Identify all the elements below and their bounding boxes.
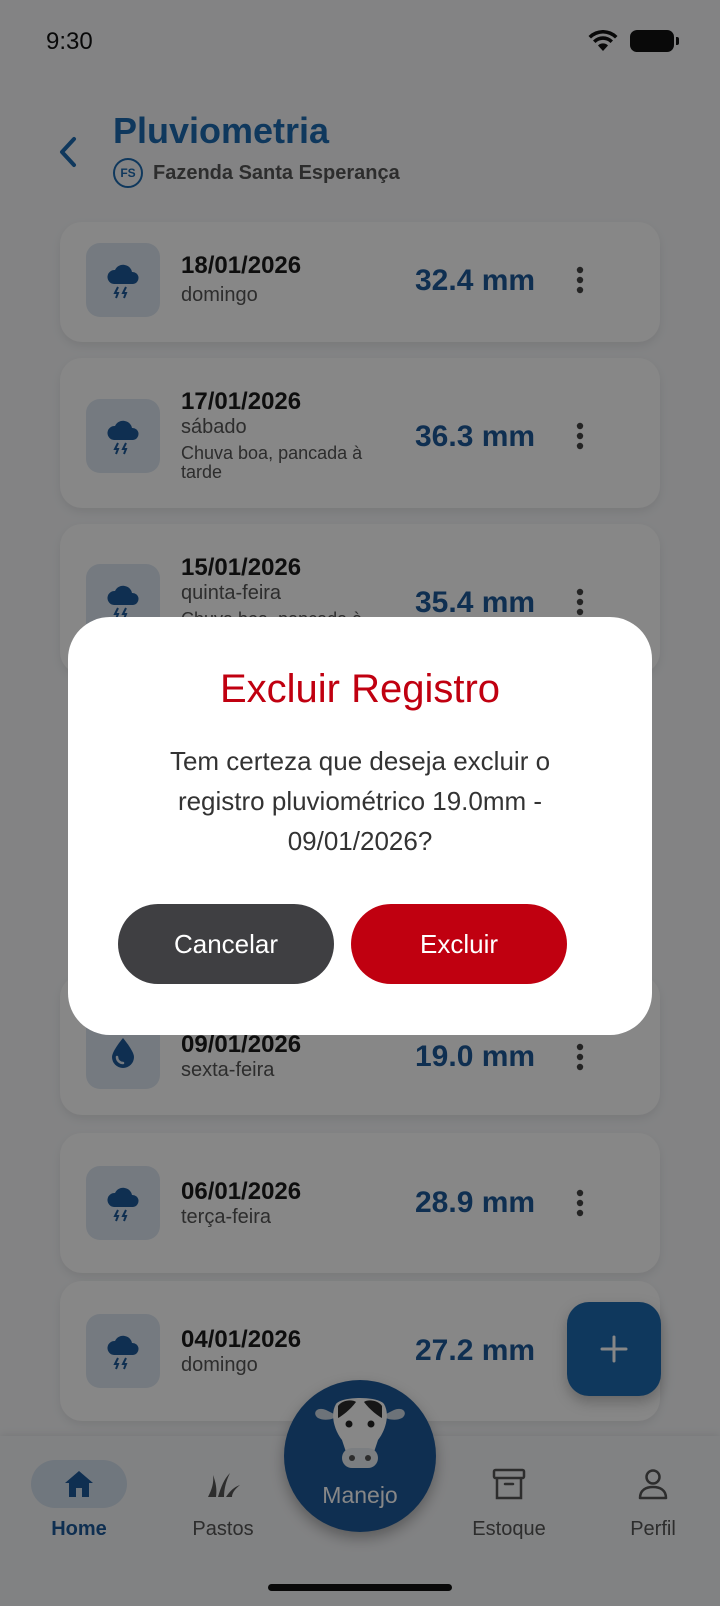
- dialog-title: Excluir Registro: [219, 667, 501, 711]
- dialog-message: Tem certeza que deseja excluir o registr…: [169, 746, 551, 856]
- cancel-button[interactable]: Cancelar: [118, 904, 334, 984]
- delete-button[interactable]: Excluir: [351, 904, 567, 984]
- delete-confirmation-dialog: Excluir Registro Tem certeza que deseja …: [68, 617, 652, 1035]
